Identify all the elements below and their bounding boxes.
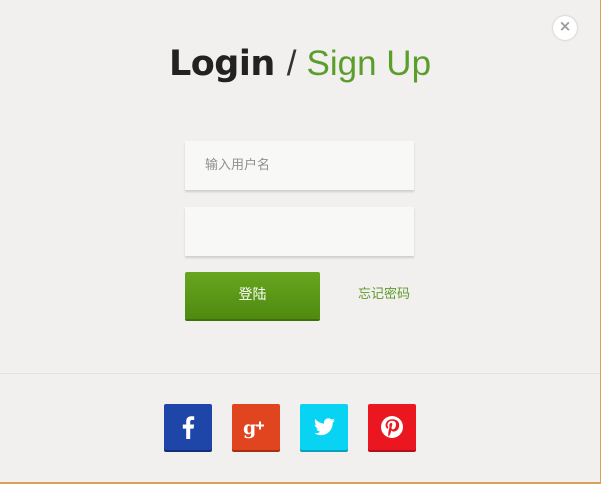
page-title: Login / Sign Up [0,42,600,86]
login-tab[interactable]: Login [169,44,275,84]
title-separator: / [286,44,297,83]
divider [0,373,600,374]
pinterest-icon [381,416,403,438]
login-button[interactable]: 登陆 [185,272,320,319]
pinterest-button[interactable] [368,404,416,450]
google-plus-button[interactable]: g [232,404,280,450]
twitter-button[interactable] [300,404,348,450]
facebook-icon [182,416,195,439]
svg-text:g: g [243,417,256,439]
facebook-button[interactable] [164,404,212,450]
google-plus-icon: g [243,417,264,439]
forgot-password-link[interactable]: 忘记密码 [358,286,418,304]
login-modal: × Login / Sign Up 登陆 忘记密码 g [0,0,600,482]
twitter-icon [314,418,335,436]
username-input[interactable] [185,141,414,190]
close-icon: × [558,17,572,35]
close-button[interactable]: × [553,16,577,40]
password-input[interactable] [185,207,414,256]
signup-tab[interactable]: Sign Up [307,44,432,83]
